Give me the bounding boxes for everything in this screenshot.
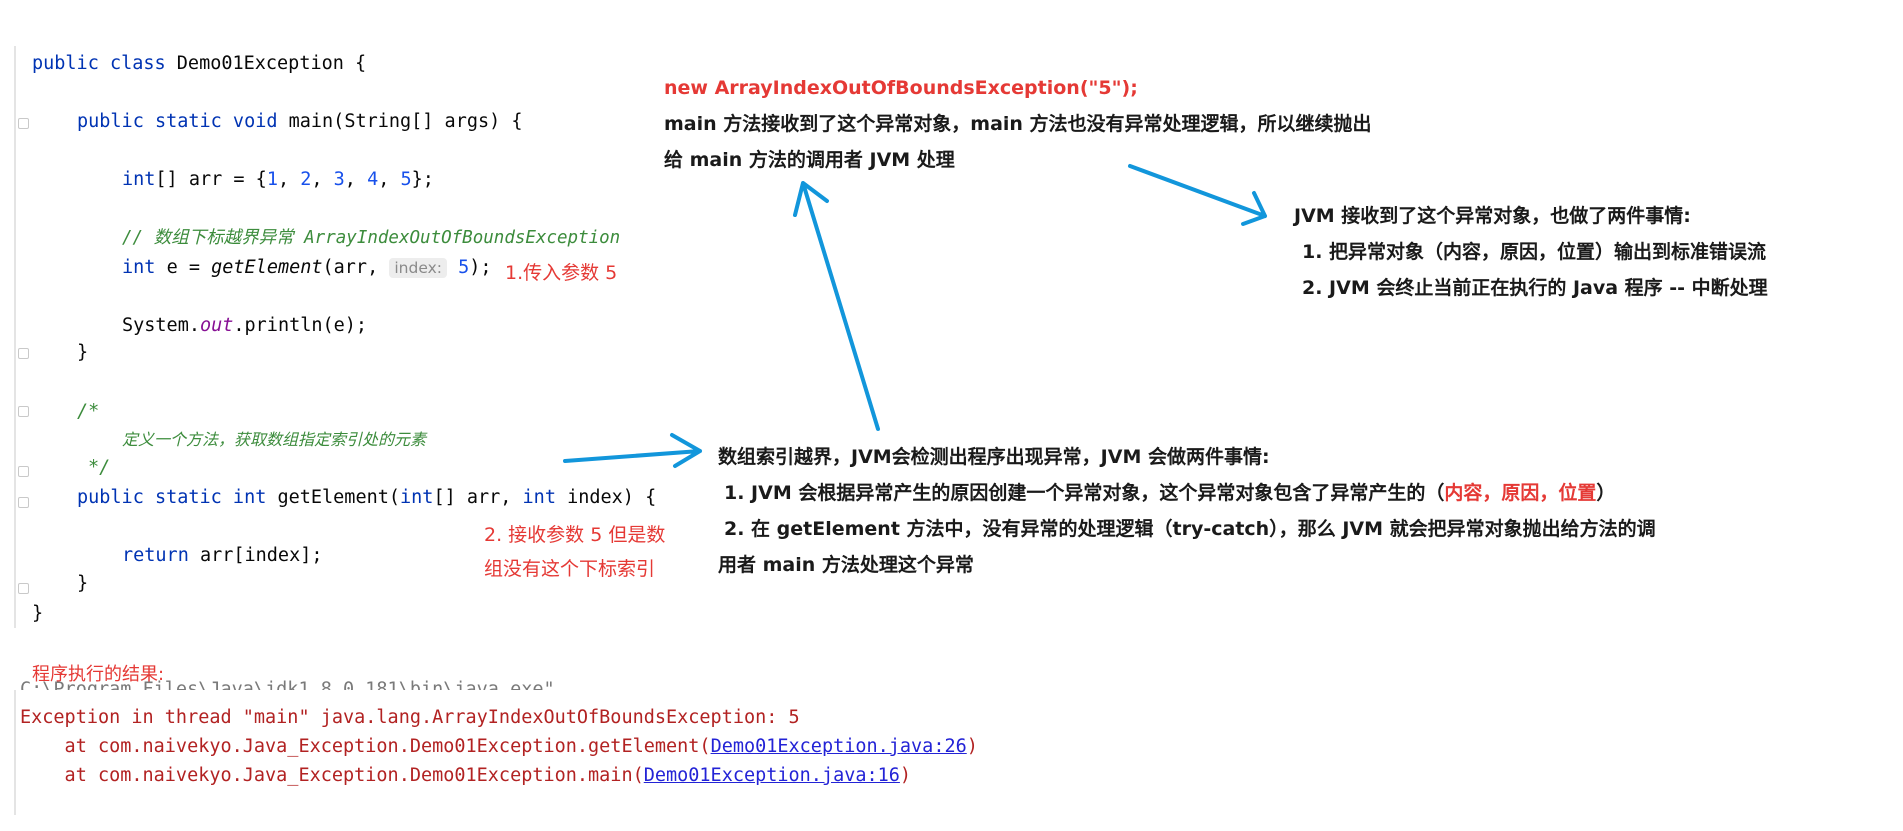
annotation-top-line3: 给 main 方法的调用者 JVM 处理 — [664, 149, 955, 171]
note-step-1: 1.传入参数 5 — [505, 262, 618, 284]
code-line-main-decl: public static void main(String[] args) { — [77, 110, 523, 134]
keyword: public static void — [77, 111, 289, 132]
console-gutter — [14, 690, 16, 815]
parameter-hint: index: — [389, 258, 447, 278]
keyword: return — [122, 545, 200, 566]
fold-marker-icon[interactable] — [18, 583, 29, 594]
console-text: ) — [899, 765, 912, 786]
fold-marker-icon[interactable] — [18, 406, 29, 417]
annotation-middle: 数组索引越界，JVM会检测出程序出现异常，JVM 会做两件事情: 1. JVM … — [718, 439, 1656, 583]
number-literal: 4 — [367, 169, 379, 190]
code-text: arr[index]; — [199, 545, 323, 566]
annotation-middle-line1: 数组索引越界，JVM会检测出程序出现异常，JVM 会做两件事情: — [718, 446, 1270, 468]
code-text: }; — [411, 169, 434, 190]
code-text: , — [277, 169, 301, 190]
code-text: (arr, — [322, 257, 390, 278]
code-text: index) { — [567, 487, 657, 508]
number-literal: 5 — [400, 169, 412, 190]
code-line-return: return arr[index]; — [122, 544, 323, 568]
number-literal: 2 — [300, 169, 312, 190]
number-literal: 1 — [266, 169, 278, 190]
code-line-brace: } — [77, 573, 89, 594]
code-text: , — [311, 169, 334, 190]
console-cut-line: C:\Program Files\Java\jdk1.8.0_181\bin\j… — [20, 679, 600, 690]
fold-marker-icon[interactable] — [18, 348, 29, 359]
fold-marker-icon[interactable] — [18, 466, 29, 477]
keyword: public static int — [77, 487, 278, 508]
console-text: at com.naivekyo.Java_Exception.Demo01Exc… — [20, 765, 644, 786]
console-text: at com.naivekyo.Java_Exception.Demo01Exc… — [20, 736, 711, 757]
code-line-call-getelement: int e = getElement(arr, index: 5); — [122, 256, 492, 280]
fold-marker-icon[interactable] — [18, 497, 29, 508]
note-step-2-line1: 2. 接收参数 5 但是数 — [484, 524, 666, 546]
keyword: int — [400, 487, 434, 508]
annotation-highlight: 内容，原因，位置 — [1444, 482, 1597, 504]
code-line-brace: } — [32, 603, 44, 624]
annotation-middle-line2: 1. JVM 会根据异常产生的原因创建一个异常对象，这个异常对象包含了异常产生的… — [718, 475, 1656, 511]
annotation-middle-line3: 2. 在 getElement 方法中，没有异常的处理逻辑（try-catch）… — [724, 518, 1656, 540]
keyword: int — [122, 169, 156, 190]
console-line: at com.naivekyo.Java_Exception.Demo01Exc… — [20, 762, 912, 790]
code-line-println: System.out.println(e); — [122, 314, 367, 338]
code-text: , — [344, 169, 368, 190]
annotation-middle-line4: 用者 main 方法处理这个异常 — [718, 554, 974, 576]
code-text: main(String[] args) { — [288, 111, 523, 132]
arrow-to-main — [793, 181, 880, 431]
console-text: ) — [966, 736, 978, 757]
annotation-text: ） — [1596, 482, 1616, 504]
annotation-right-line1: JVM 接收到了这个异常对象，也做了两件事情: — [1294, 205, 1691, 227]
code-line-getelement-decl: public static int getElement(int[] arr, … — [77, 486, 656, 510]
console-line: Exception in thread "main" java.lang.Arr… — [20, 707, 800, 728]
stack-trace-link[interactable]: Demo01Exception.java:26 — [711, 736, 967, 757]
code-text: System. — [122, 315, 200, 336]
code-text: getElement( — [277, 487, 401, 508]
annotation-right-line2: 1. 把异常对象（内容，原因，位置）输出到标准错误流 — [1302, 241, 1767, 263]
code-line-array-init: int[] arr = {1, 2, 3, 4, 5}; — [122, 168, 434, 192]
code-text: .println(e); — [233, 315, 368, 336]
code-line-comment: // 数组下标越界异常 ArrayIndexOutOfBoundsExcepti… — [122, 228, 621, 248]
stack-trace-link[interactable]: Demo01Exception.java:16 — [644, 765, 900, 786]
annotation-text: 1. JVM 会根据异常产生的原因创建一个异常对象，这个异常对象包含了异常产生的… — [724, 482, 1445, 504]
static-field: out — [199, 315, 234, 336]
keyword: int — [122, 257, 167, 278]
fold-marker-icon[interactable] — [18, 118, 29, 129]
keyword: int — [522, 487, 568, 508]
code-line-doc-close: */ — [88, 457, 111, 478]
code-line-class-decl: public class Demo01Exception { — [32, 52, 366, 76]
code-text: e = — [166, 257, 212, 278]
editor-gutter — [14, 46, 16, 628]
annotation-top-line1: new ArrayIndexOutOfBoundsException("5"); — [664, 77, 1138, 99]
number-literal: 3 — [333, 169, 345, 190]
code-text: , — [378, 169, 401, 190]
note-step-2-line2: 组没有这个下标索引 — [484, 558, 656, 580]
code-line-brace: } — [77, 342, 89, 363]
code-text: ); — [469, 257, 492, 278]
code-line-doc-text: 定义一个方法，获取数组指定索引处的元素 — [122, 430, 427, 449]
keyword: public class — [32, 53, 177, 74]
code-line-doc-open: /* — [77, 401, 100, 422]
annotation-right: JVM 接收到了这个异常对象，也做了两件事情: 1. 把异常对象（内容，原因，位… — [1294, 198, 1768, 306]
annotation-top-line2: main 方法接收到了这个异常对象，main 方法也没有异常处理逻辑，所以继续抛… — [664, 113, 1372, 135]
code-text: [] arr, — [433, 487, 523, 508]
console-line: at com.naivekyo.Java_Exception.Demo01Exc… — [20, 733, 978, 761]
number-literal: 5 — [458, 257, 470, 278]
annotation-top: new ArrayIndexOutOfBoundsException("5");… — [664, 70, 1372, 178]
console-output: C:\Program Files\Java\jdk1.8.0_181\bin\j… — [0, 679, 1000, 815]
code-text: Demo01Exception { — [176, 53, 367, 74]
method-call: getElement — [211, 257, 323, 278]
annotation-right-line3: 2. JVM 会终止当前正在执行的 Java 程序 -- 中断处理 — [1302, 277, 1768, 299]
code-text: [] arr = { — [155, 169, 267, 190]
